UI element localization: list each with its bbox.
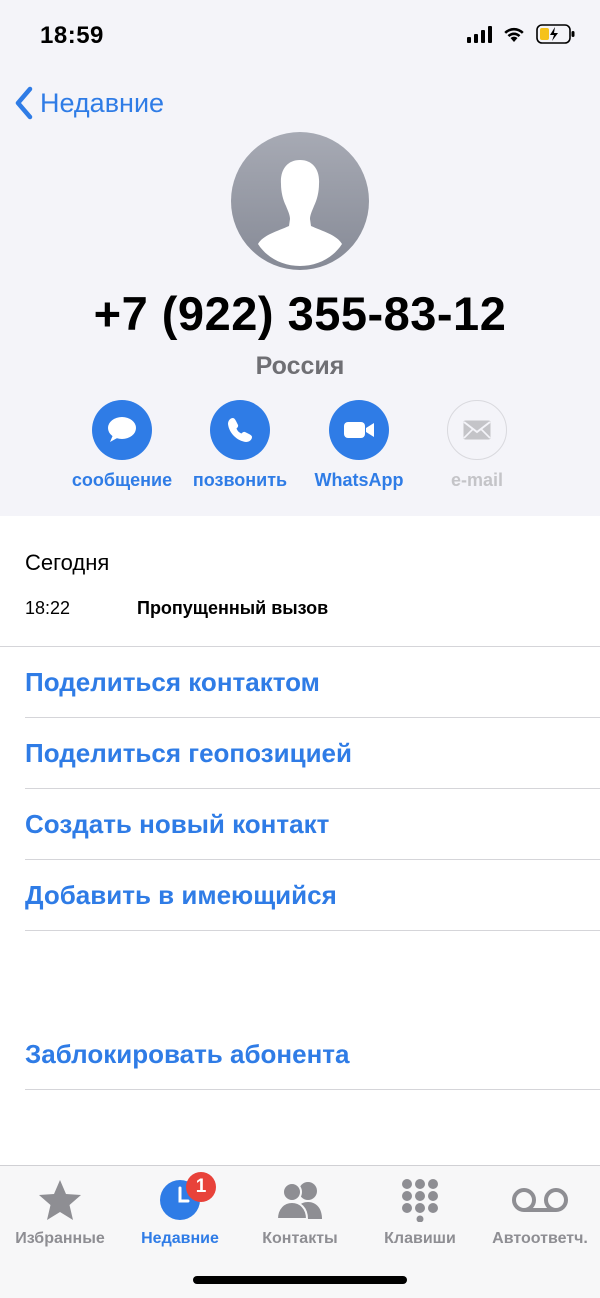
video-icon: [344, 422, 374, 438]
voicemail-icon: [512, 1188, 568, 1212]
history-date: Сегодня: [25, 550, 110, 575]
tab-favorites-label: Избранные: [15, 1230, 105, 1247]
message-action[interactable]: сообщение: [57, 400, 187, 491]
tab-recents[interactable]: 1 Недавние: [120, 1172, 240, 1248]
signal-icon: [467, 25, 492, 43]
status-time: 18:59: [40, 22, 104, 49]
back-label: Недавние: [40, 87, 165, 118]
contacts-icon: [275, 1182, 322, 1220]
call-action-label: позвонить: [192, 470, 288, 490]
email-action[interactable]: e-mail: [412, 400, 542, 491]
tab-contacts-label: Контакты: [262, 1230, 338, 1247]
home-indicator[interactable]: [193, 1276, 407, 1284]
tab-keypad-label: Клавиши: [384, 1230, 456, 1247]
block-caller-button[interactable]: Заблокировать абонента: [25, 1019, 600, 1090]
message-icon: [108, 417, 136, 442]
history-entry-type: Пропущенный вызов: [137, 598, 329, 618]
history-entry-time: 18:22: [25, 598, 71, 618]
battery-icon: [536, 24, 576, 44]
tab-contacts[interactable]: Контакты: [240, 1176, 360, 1248]
share-contact-button[interactable]: Поделиться контактом: [25, 647, 600, 718]
add-to-existing-button[interactable]: Добавить в имеющийся: [25, 860, 600, 931]
tab-keypad[interactable]: Клавиши: [360, 1176, 480, 1248]
star-icon: [39, 1180, 81, 1220]
whatsapp-action-label: WhatsApp: [314, 470, 404, 490]
email-action-label: e-mail: [450, 470, 504, 490]
contact-country: Россия: [255, 352, 345, 380]
keypad-icon: [402, 1179, 438, 1222]
phone-icon: [228, 418, 252, 442]
whatsapp-action[interactable]: WhatsApp: [294, 400, 424, 491]
share-location-button[interactable]: Поделиться геопозицией: [25, 718, 600, 789]
message-action-label: сообщение: [71, 470, 173, 490]
mail-icon: [463, 420, 491, 440]
chevron-left-icon: [15, 86, 33, 120]
call-action[interactable]: позвонить: [175, 400, 305, 491]
tab-recents-label: Недавние: [141, 1230, 219, 1247]
tab-voicemail-label: Автоответч.: [492, 1230, 588, 1247]
wifi-icon: [502, 25, 526, 43]
person-silhouette-icon: [258, 160, 342, 266]
recents-badge: 1: [186, 1172, 216, 1202]
status-icons: [467, 24, 576, 44]
tab-favorites[interactable]: Избранные: [0, 1176, 120, 1248]
contact-phone-number: +7 (922) 355-83-12: [93, 287, 507, 340]
create-contact-button[interactable]: Создать новый контакт: [25, 789, 600, 860]
contact-avatar: [231, 132, 369, 270]
tab-voicemail[interactable]: Автоответч.: [480, 1176, 600, 1248]
back-button[interactable]: Недавние: [14, 86, 164, 120]
